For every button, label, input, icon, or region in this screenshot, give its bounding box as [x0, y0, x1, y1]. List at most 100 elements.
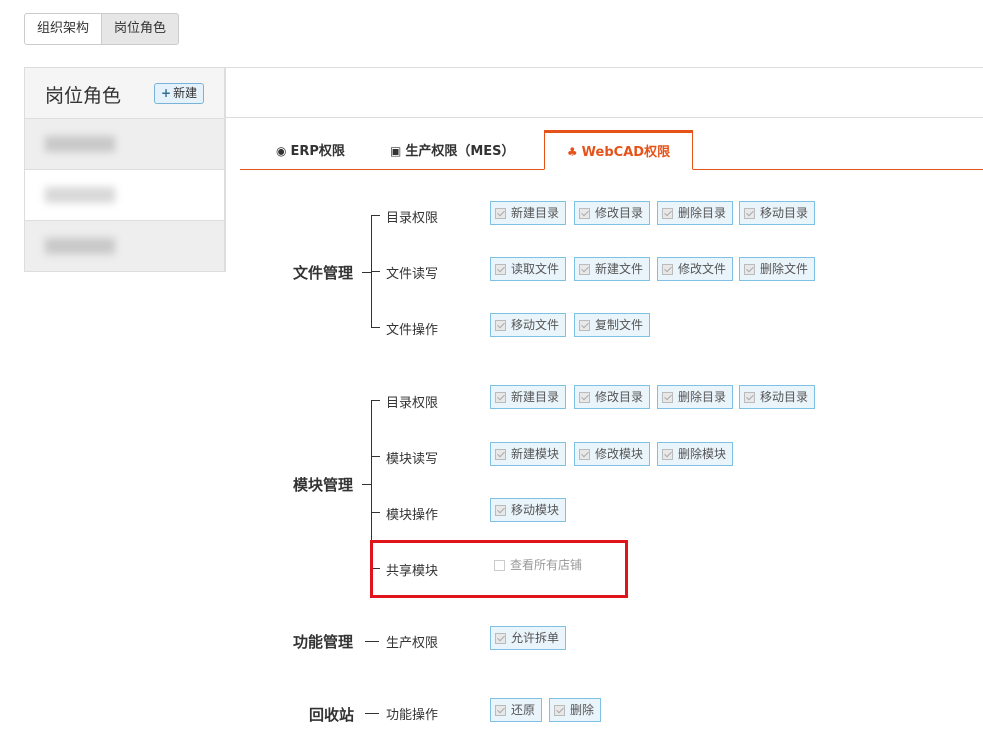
permission-checkbox[interactable]: 新建目录	[490, 201, 567, 225]
checkbox-icon	[662, 392, 673, 403]
permission-checkbox[interactable]: 读取文件	[490, 257, 567, 281]
checkbox-label: 修改模块	[595, 447, 644, 461]
checkbox-label: 新建目录	[511, 206, 560, 220]
role-item-selected[interactable]	[25, 170, 225, 221]
divider	[224, 67, 983, 68]
tree-connector	[371, 456, 380, 457]
permission-checkbox[interactable]: 删除目录	[657, 201, 734, 225]
role-sidebar: 岗位角色 + 新建	[24, 67, 226, 272]
sitemap-icon: ♣	[566, 145, 578, 159]
checkbox-label: 删除目录	[678, 206, 727, 220]
tab-mes[interactable]: ▣ 生产权限（MES）	[390, 130, 515, 170]
checkbox-icon	[579, 264, 590, 275]
checkbox-icon	[579, 449, 590, 460]
blurred-role-name	[45, 238, 115, 254]
money-icon: ▣	[390, 144, 402, 158]
tree-connector	[362, 484, 371, 485]
checkbox-icon	[744, 208, 755, 219]
permission-checkbox[interactable]: 删除模块	[657, 442, 734, 466]
tab-position-roles[interactable]: 岗位角色	[102, 13, 180, 45]
tree-connector	[362, 272, 371, 273]
divider	[224, 67, 225, 271]
checkbox-icon	[495, 208, 506, 219]
permission-checkbox[interactable]: 修改目录	[574, 201, 651, 225]
permission-checkbox[interactable]: 删除文件	[739, 257, 816, 281]
tree-connector	[371, 512, 380, 513]
checkbox-label: 读取文件	[511, 262, 560, 276]
group-title-file: 文件管理	[293, 264, 354, 282]
permission-checkbox[interactable]: 移动模块	[490, 498, 567, 522]
checkbox-icon	[495, 505, 506, 516]
permission-checkbox[interactable]: 移动文件	[490, 313, 567, 337]
tab-org-structure[interactable]: 组织架构	[24, 13, 103, 45]
role-item[interactable]	[25, 119, 225, 170]
permission-checkbox[interactable]: 移动目录	[739, 385, 816, 409]
permission-checkbox[interactable]: 复制文件	[574, 313, 651, 337]
checkbox-label: 修改文件	[678, 262, 727, 276]
checkbox-icon	[495, 392, 506, 403]
checkbox-label: 新建模块	[511, 447, 560, 461]
top-tab-group: 组织架构 岗位角色	[24, 13, 180, 45]
permission-checkbox[interactable]: 修改模块	[574, 442, 651, 466]
tree-connector	[371, 327, 380, 328]
permission-checkbox[interactable]: 删除目录	[657, 385, 734, 409]
checkbox-label: 修改目录	[595, 390, 644, 404]
checkbox-icon	[662, 264, 673, 275]
permission-checkbox[interactable]: 新建模块	[490, 442, 567, 466]
checkbox-icon	[579, 392, 590, 403]
checkbox-icon	[495, 633, 506, 644]
checkbox-label: 删除模块	[678, 447, 727, 461]
checkbox-icon	[579, 208, 590, 219]
checkbox-icon	[554, 705, 565, 716]
divider	[224, 117, 983, 118]
restore-checkbox[interactable]: 还原	[490, 698, 543, 722]
row-label: 目录权限	[386, 211, 439, 226]
tree-connector	[371, 271, 380, 272]
checkbox-label: 删除文件	[760, 262, 809, 276]
sidebar-title: 岗位角色	[45, 85, 122, 107]
globe-icon: ◉	[276, 144, 287, 158]
permission-tabs: ◉ ERP权限 ▣ 生产权限（MES） ♣ WebCAD权限	[240, 130, 983, 170]
row-label: 功能操作	[386, 708, 439, 723]
group-title-module: 模块管理	[293, 476, 354, 494]
row-label: 模块读写	[386, 452, 439, 467]
checkbox-label: 删除目录	[678, 390, 727, 404]
permission-checkbox[interactable]: 修改目录	[574, 385, 651, 409]
permission-checkbox[interactable]: 新建文件	[574, 257, 651, 281]
tab-erp[interactable]: ◉ ERP权限	[276, 130, 345, 170]
checkbox-icon	[744, 392, 755, 403]
row-label: 文件操作	[386, 323, 439, 338]
checkbox-label: 删除	[570, 703, 595, 717]
checkbox-icon	[495, 449, 506, 460]
checkbox-icon	[744, 264, 755, 275]
permission-checkbox[interactable]: 允许拆单	[490, 626, 567, 650]
tab-erp-label: ERP权限	[290, 144, 345, 159]
row-label: 目录权限	[386, 396, 439, 411]
new-role-button[interactable]: + 新建	[154, 83, 205, 104]
sidebar-header: 岗位角色 + 新建	[25, 67, 225, 119]
row-label: 生产权限	[386, 636, 439, 651]
tree-connector	[365, 713, 379, 714]
checkbox-label: 新建文件	[595, 262, 644, 276]
tree-connector	[365, 641, 379, 642]
permission-checkbox[interactable]: 新建目录	[490, 385, 567, 409]
checkbox-label: 移动模块	[511, 503, 560, 517]
new-role-label: 新建	[173, 86, 198, 100]
blurred-role-name	[45, 136, 115, 152]
tab-mes-label: 生产权限（MES）	[405, 144, 515, 159]
role-item[interactable]	[25, 221, 225, 272]
checkbox-icon	[662, 208, 673, 219]
tab-webcad-label: WebCAD权限	[581, 145, 671, 160]
checkbox-label: 新建目录	[511, 390, 560, 404]
permission-checkbox[interactable]: 移动目录	[739, 201, 816, 225]
permission-checkbox[interactable]: 修改文件	[657, 257, 734, 281]
delete-checkbox[interactable]: 删除	[549, 698, 602, 722]
checkbox-icon	[495, 705, 506, 716]
tree-connector	[371, 215, 380, 216]
checkbox-label: 允许拆单	[511, 631, 560, 645]
blurred-role-name	[45, 187, 115, 203]
checkbox-label: 移动文件	[511, 318, 560, 332]
tree-connector	[371, 400, 380, 401]
tab-webcad[interactable]: ♣ WebCAD权限	[544, 130, 693, 170]
checkbox-label: 移动目录	[760, 206, 809, 220]
